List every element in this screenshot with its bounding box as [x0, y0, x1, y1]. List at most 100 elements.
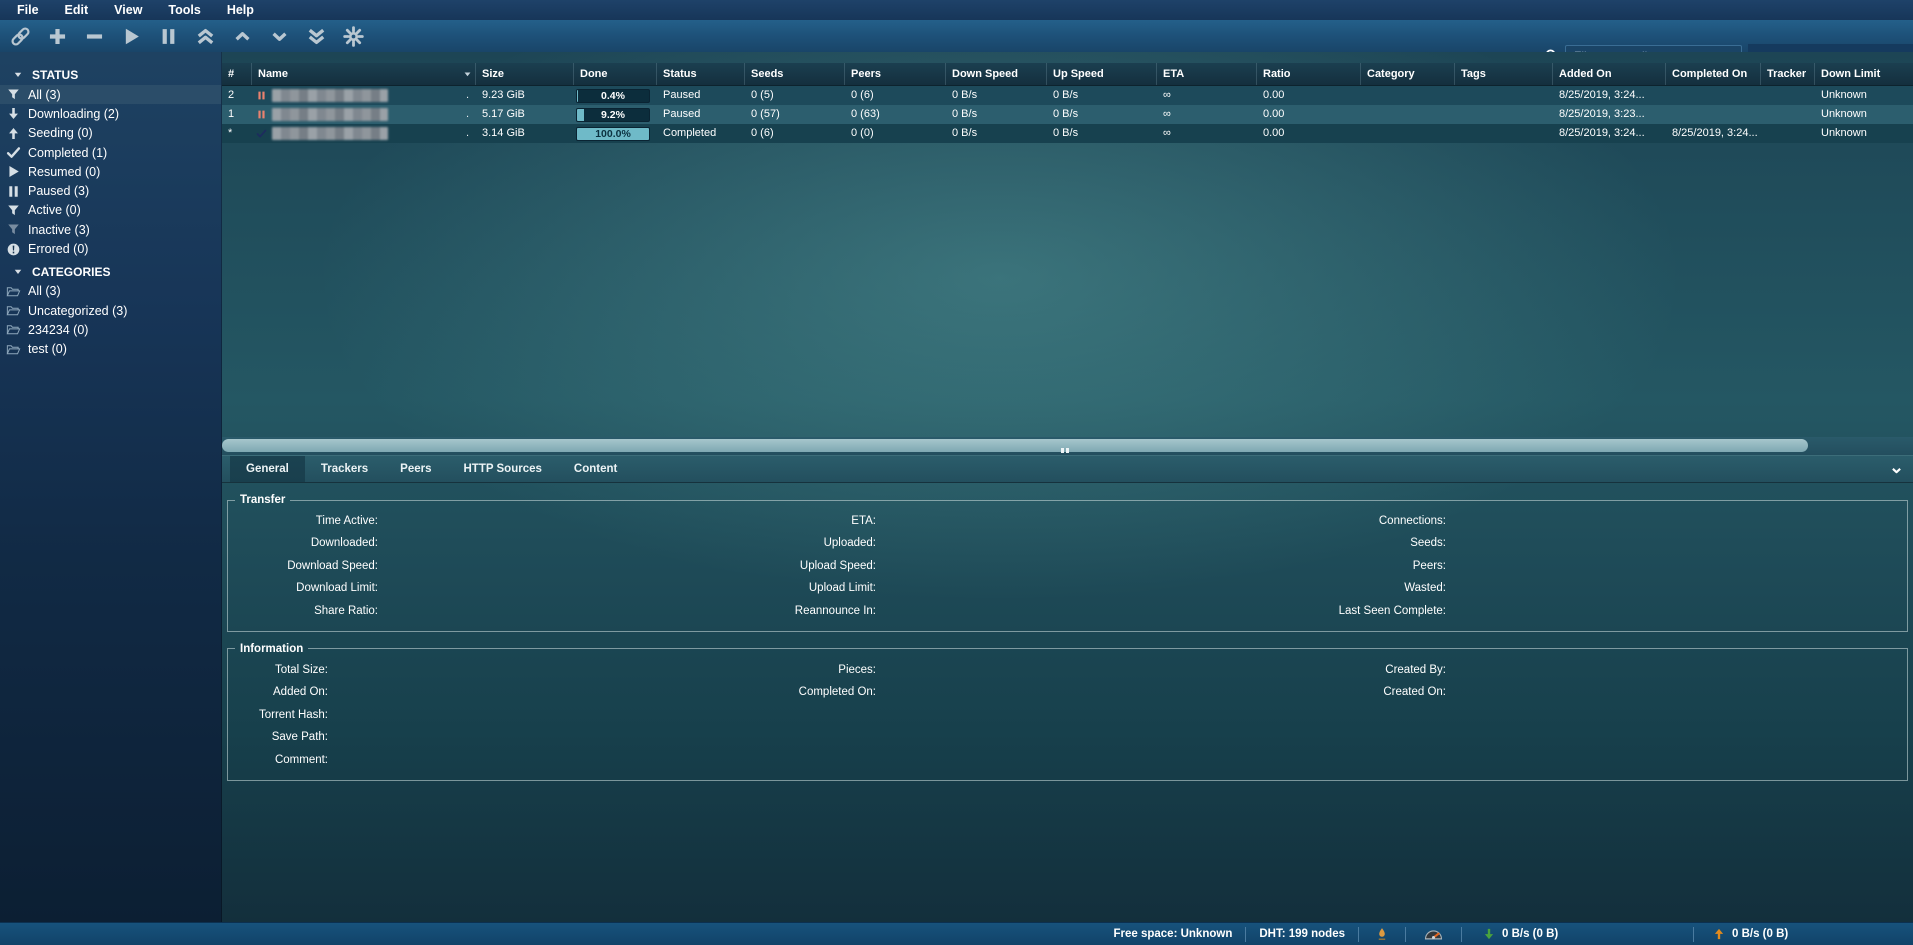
status-item-all[interactable]: All (3) — [0, 85, 221, 104]
column-header-size[interactable]: Size — [476, 63, 574, 85]
top-priority-button[interactable] — [192, 23, 218, 49]
column-header-up-speed[interactable]: Up Speed — [1047, 63, 1157, 85]
tab-content[interactable]: Content — [558, 456, 633, 482]
status-item-inactive[interactable]: Inactive (3) — [0, 220, 221, 239]
options-button[interactable] — [340, 23, 366, 49]
status-item-paused[interactable]: Paused (3) — [0, 181, 221, 200]
splitter-grip[interactable] — [1061, 448, 1069, 453]
cell-size: 9.23 GiB — [476, 86, 574, 105]
status-section-header[interactable]: STATUS — [0, 65, 221, 85]
tab-http-sources[interactable]: HTTP Sources — [448, 456, 558, 482]
cell-peers: 0 (63) — [845, 105, 946, 124]
torrent-name-tail: . — [466, 86, 476, 105]
transfer-field-value — [876, 532, 1246, 554]
column-header-done[interactable]: Done — [574, 63, 657, 85]
information-field-label: Completed On: — [676, 681, 876, 703]
torrent-table: #NameSizeDone Status SeedsPeersDown SpeedU… — [222, 63, 1913, 143]
status-item-completed[interactable]: Completed (1) — [0, 143, 221, 162]
cell-ratio: 0.00 — [1257, 124, 1361, 143]
sidebar-item-label: Active (0) — [28, 203, 81, 217]
information-field-value — [876, 704, 1246, 726]
cell-category — [1361, 86, 1455, 105]
funnel-dim-icon — [6, 222, 21, 237]
grip-dot — [1061, 448, 1064, 453]
category-item-234234[interactable]: 234234 (0) — [0, 320, 221, 339]
tab-general[interactable]: General — [230, 456, 305, 482]
column-header-added-on[interactable]: Added On — [1553, 63, 1666, 85]
category-item-all[interactable]: All (3) — [0, 282, 221, 301]
status-item-errored[interactable]: Errored (0) — [0, 239, 221, 258]
sidebar-item-label: Seeding (0) — [28, 126, 93, 140]
delete-torrent-button[interactable] — [81, 23, 107, 49]
menu-item-tools[interactable]: Tools — [155, 0, 213, 20]
column-header-name[interactable]: Name — [252, 63, 476, 85]
column-header-status[interactable]: Status — [657, 63, 745, 85]
play-icon — [121, 26, 142, 47]
cell-seeds: 0 (6) — [745, 124, 845, 143]
information-field-value — [876, 726, 1246, 748]
column-header-down-limit[interactable]: Down Limit — [1815, 63, 1913, 85]
torrent-table-body: 2.9.23 GiB0.4%Paused0 (5)0 (6)0 B/s0 B/s… — [222, 86, 1913, 143]
column-header-ratio[interactable]: Ratio — [1257, 63, 1361, 85]
decrease-priority-button[interactable] — [266, 23, 292, 49]
transfer-field-label: Last Seen Complete: — [1246, 600, 1446, 622]
resume-torrent-button[interactable] — [118, 23, 144, 49]
add-torrent-file-button[interactable] — [44, 23, 70, 49]
increase-priority-button[interactable] — [229, 23, 255, 49]
information-grid: Total Size:Pieces:Created By:Added On:Co… — [228, 659, 1907, 771]
menu-item-file[interactable]: File — [4, 0, 52, 20]
pause-torrent-button[interactable] — [155, 23, 181, 49]
alt-speed-toggle[interactable] — [1406, 925, 1461, 944]
tab-trackers[interactable]: Trackers — [305, 456, 384, 482]
menu-item-edit[interactable]: Edit — [52, 0, 102, 20]
redacted-torrent-name — [272, 108, 388, 121]
torrent-row[interactable]: 1.5.17 GiB9.2%Paused0 (57)0 (63)0 B/s0 B… — [222, 105, 1913, 124]
category-item-test[interactable]: test (0) — [0, 340, 221, 359]
categories-section-header[interactable]: CATEGORIES — [0, 262, 221, 282]
torrent-row[interactable]: *.3.14 GiB100.0%Completed0 (6)0 (0)0 B/s… — [222, 124, 1913, 143]
cell-ratio: 0.00 — [1257, 105, 1361, 124]
add-torrent-link-button[interactable] — [7, 23, 33, 49]
global-upload-speed[interactable]: 0 B/s (0 B) — [1694, 927, 1826, 941]
bottom-priority-button[interactable] — [303, 23, 329, 49]
column-header-peers[interactable]: Peers — [845, 63, 946, 85]
column-header-number[interactable]: # — [222, 63, 252, 85]
column-header-label: Ratio — [1263, 68, 1291, 80]
torrent-table-header: #NameSizeDone Status SeedsPeersDown SpeedU… — [222, 63, 1913, 86]
column-header-label: Completed On — [1672, 68, 1747, 80]
category-item-uncategorized[interactable]: Uncategorized (3) — [0, 301, 221, 320]
cell-ratio: 0.00 — [1257, 86, 1361, 105]
tab-peers[interactable]: Peers — [384, 456, 447, 482]
menu-item-help[interactable]: Help — [214, 0, 267, 20]
scrollbar-thumb[interactable] — [222, 439, 1808, 452]
information-field-label — [1246, 749, 1446, 771]
transfer-field-value — [1446, 532, 1907, 554]
information-field-label — [1246, 726, 1446, 748]
menu-item-view[interactable]: View — [101, 0, 155, 20]
global-download-speed[interactable]: 0 B/s (0 B) — [1462, 927, 1693, 941]
information-field-value — [876, 659, 1246, 681]
status-item-active[interactable]: Active (0) — [0, 201, 221, 220]
column-header-category[interactable]: Category — [1361, 63, 1455, 85]
column-header-tags[interactable]: Tags — [1455, 63, 1553, 85]
cell-up-speed: 0 B/s — [1047, 124, 1157, 143]
horizontal-scrollbar — [222, 437, 1913, 455]
torrent-row[interactable]: 2.9.23 GiB0.4%Paused0 (5)0 (6)0 B/s0 B/s… — [222, 86, 1913, 105]
redacted-torrent-name — [272, 89, 388, 102]
column-header-down-speed[interactable]: Down Speed — [946, 63, 1047, 85]
chevron-down-icon[interactable] — [1890, 464, 1903, 477]
column-header-tracker[interactable]: Tracker — [1761, 63, 1815, 85]
cell-added-on: 8/25/2019, 3:24... — [1553, 124, 1666, 143]
column-header-eta[interactable]: ETA — [1157, 63, 1257, 85]
column-header-label: ETA — [1163, 68, 1184, 80]
status-item-seeding[interactable]: Seeding (0) — [0, 124, 221, 143]
information-field-label: Save Path: — [228, 726, 328, 748]
status-item-downloading[interactable]: Downloading (2) — [0, 104, 221, 123]
column-header-label: Status — [663, 68, 697, 80]
status-item-resumed[interactable]: Resumed (0) — [0, 162, 221, 181]
column-header-completed-on[interactable]: Completed On — [1666, 63, 1761, 85]
information-field-value — [1446, 726, 1907, 748]
cell-down-speed: 0 B/s — [946, 105, 1047, 124]
column-header-seeds[interactable]: Seeds — [745, 63, 845, 85]
sidebar-item-label: test (0) — [28, 342, 67, 356]
